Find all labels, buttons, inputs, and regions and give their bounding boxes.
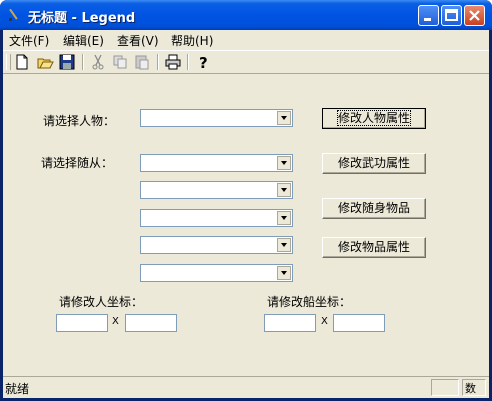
- title-bar[interactable]: 无标题 - Legend: [0, 0, 492, 30]
- chevron-down-icon[interactable]: [277, 111, 291, 125]
- ship-coord-label: 请修改船坐标：: [267, 295, 352, 309]
- close-button[interactable]: [464, 5, 485, 26]
- status-pane-2: 数: [462, 379, 486, 396]
- ship-x-input[interactable]: [264, 314, 316, 332]
- maximize-icon: [445, 9, 458, 21]
- new-file-icon[interactable]: [13, 53, 31, 71]
- status-pane-1: [431, 379, 459, 396]
- follower-select-2[interactable]: [140, 181, 293, 199]
- follower-select-3[interactable]: [140, 209, 293, 227]
- toolbar-separator: [157, 54, 159, 70]
- cut-icon[interactable]: [89, 53, 107, 71]
- minimize-icon: [424, 18, 431, 21]
- help-icon[interactable]: ?: [194, 53, 212, 71]
- chevron-down-icon[interactable]: [277, 238, 291, 252]
- menu-file[interactable]: 文件(F): [9, 32, 49, 49]
- menu-view[interactable]: 查看(V): [117, 32, 159, 49]
- menu-bar: 文件(F) 编辑(E) 查看(V) 帮助(H): [3, 30, 489, 49]
- person-y-input[interactable]: [125, 314, 177, 332]
- ship-coord-separator: X: [321, 316, 328, 327]
- follower-select-1[interactable]: [140, 154, 293, 172]
- status-bar: 就绪 数: [3, 376, 489, 398]
- chevron-down-icon[interactable]: [277, 156, 291, 170]
- person-coord-separator: X: [112, 316, 119, 327]
- client-area: 文件(F) 编辑(E) 查看(V) 帮助(H) ? 请选择人物： 修改人物属性 …: [3, 30, 489, 398]
- edit-martial-button-label: 修改武功属性: [337, 156, 410, 170]
- maximize-button[interactable]: [441, 5, 462, 26]
- form-area: 请选择人物： 修改人物属性 请选择随从： 修改武功属性 修改随身物品 修改物品属…: [3, 74, 489, 376]
- follower-select-5[interactable]: [140, 264, 293, 282]
- minimize-button[interactable]: [418, 5, 439, 26]
- copy-icon[interactable]: [111, 53, 129, 71]
- ship-y-input[interactable]: [333, 314, 385, 332]
- chevron-down-icon[interactable]: [277, 183, 291, 197]
- followers-label: 请选择随从：: [41, 156, 114, 170]
- svg-text:?: ?: [199, 54, 208, 71]
- app-icon: [9, 8, 18, 21]
- print-icon[interactable]: [164, 53, 182, 71]
- edit-items-button[interactable]: 修改物品属性: [322, 237, 426, 258]
- status-text: 就绪: [5, 382, 30, 396]
- menu-help[interactable]: 帮助(H): [171, 32, 213, 49]
- edit-character-button-label: 修改人物属性: [336, 110, 412, 126]
- person-coord-label: 请修改人坐标：: [59, 295, 144, 309]
- menu-edit[interactable]: 编辑(E): [63, 32, 104, 49]
- edit-martial-button[interactable]: 修改武功属性: [322, 153, 426, 174]
- edit-items-button-label: 修改物品属性: [337, 240, 410, 254]
- toolbar-grip[interactable]: [6, 54, 11, 70]
- edit-follower-items-button-label: 修改随身物品: [337, 201, 410, 215]
- edit-follower-items-button[interactable]: 修改随身物品: [322, 198, 426, 219]
- save-icon[interactable]: [58, 53, 76, 71]
- chevron-down-icon[interactable]: [277, 266, 291, 280]
- edit-character-button[interactable]: 修改人物属性: [322, 108, 426, 129]
- open-folder-icon[interactable]: [36, 53, 54, 71]
- status-pane-2-text: 数: [465, 382, 476, 395]
- toolbar-separator: [82, 54, 84, 70]
- chevron-down-icon[interactable]: [277, 211, 291, 225]
- app-window: 无标题 - Legend 文件(F) 编辑(E) 查看(V) 帮助(H) ? 请…: [0, 0, 492, 401]
- toolbar: ?: [3, 50, 489, 74]
- character-label: 请选择人物：: [43, 114, 116, 128]
- person-x-input[interactable]: [56, 314, 108, 332]
- character-select[interactable]: [140, 109, 293, 127]
- follower-select-4[interactable]: [140, 236, 293, 254]
- close-icon: [469, 10, 480, 21]
- window-title: 无标题 - Legend: [28, 11, 136, 26]
- toolbar-separator: [187, 54, 189, 70]
- paste-icon[interactable]: [133, 53, 151, 71]
